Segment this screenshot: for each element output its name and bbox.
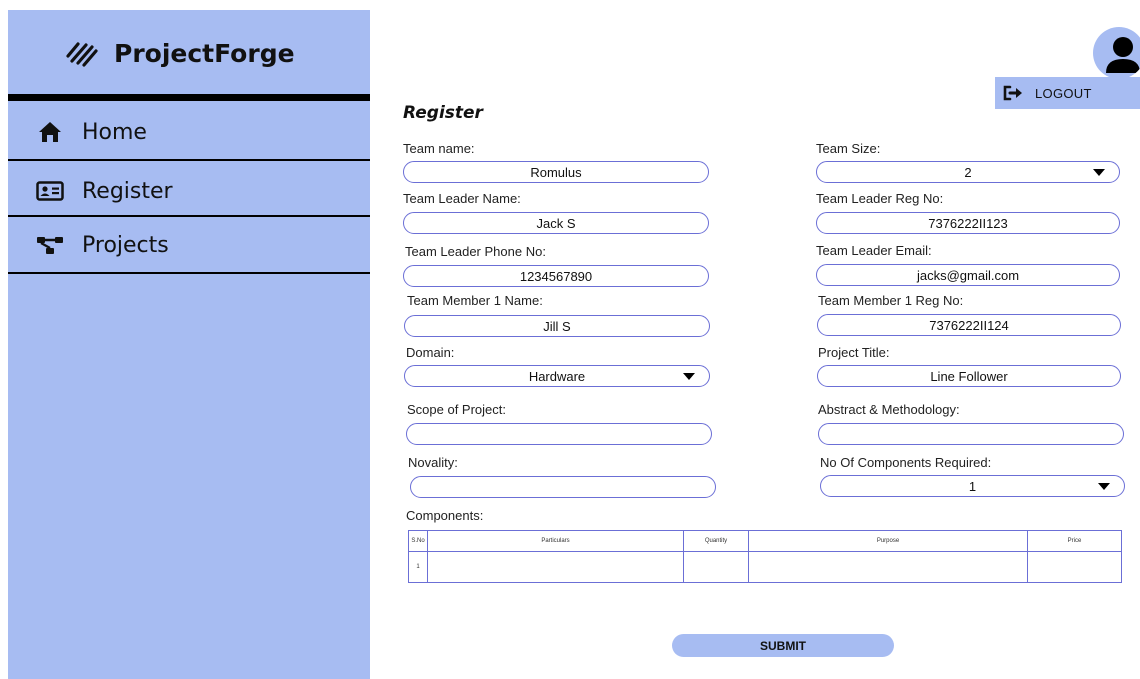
sidebar-item-label: Register — [82, 178, 173, 204]
table-cell-purpose[interactable] — [748, 551, 1028, 583]
flow-tree-icon — [34, 233, 66, 257]
logout-icon — [1003, 85, 1025, 101]
user-avatar-icon — [1106, 37, 1140, 73]
nav-divider — [8, 272, 370, 274]
column-header: Particulars — [427, 530, 684, 552]
chevron-down-icon — [1098, 483, 1110, 490]
home-icon — [34, 120, 66, 144]
domain-value: Hardware — [528, 368, 586, 384]
column-header: Price — [1027, 530, 1122, 552]
sidebar-item-projects[interactable]: Projects — [8, 217, 370, 273]
id-card-icon — [34, 179, 66, 203]
sidebar-item-home[interactable]: Home — [8, 104, 370, 160]
leader-reg-value: 7376222II123 — [928, 215, 1008, 231]
logout-button[interactable]: LOGOUT — [995, 77, 1140, 109]
nav-divider — [8, 159, 370, 161]
member1-name-label: Team Member 1 Name: — [407, 293, 543, 308]
num-components-value: 1 — [968, 478, 977, 494]
leader-email-input[interactable]: jacks@gmail.com — [816, 264, 1120, 286]
table-header-row: S.No Particulars Quantity Purpose Price — [408, 530, 1122, 552]
column-header: S.No — [408, 530, 428, 552]
table-row: 1 — [408, 551, 1122, 583]
abstract-input[interactable] — [818, 423, 1124, 445]
submit-button[interactable]: SUBMIT — [672, 634, 894, 657]
column-header: Quantity — [683, 530, 749, 552]
table-cell-particulars[interactable] — [427, 551, 684, 583]
member1-name-value: Jill S — [543, 318, 571, 334]
member1-reg-label: Team Member 1 Reg No: — [818, 293, 964, 308]
app-name: ProjectForge — [114, 38, 295, 68]
leader-phone-value: 1234567890 — [519, 268, 593, 284]
components-label: Components: — [406, 508, 484, 523]
domain-label: Domain: — [406, 345, 455, 360]
sidebar-item-label: Home — [82, 119, 147, 145]
components-table: S.No Particulars Quantity Purpose Price … — [408, 530, 1122, 583]
novelty-input[interactable] — [410, 476, 716, 498]
sidebar-top-divider — [8, 94, 370, 101]
leader-email-label: Team Leader Email: — [816, 243, 932, 258]
scope-input[interactable] — [406, 423, 712, 445]
team-name-label: Team name: — [403, 141, 475, 156]
chevron-down-icon — [683, 373, 695, 380]
table-cell-quantity[interactable] — [683, 551, 749, 583]
table-cell-price[interactable] — [1027, 551, 1122, 583]
scope-label: Scope of Project: — [407, 402, 506, 417]
leader-reg-label: Team Leader Reg No: — [816, 191, 944, 206]
leader-name-label: Team Leader Name: — [403, 191, 521, 206]
num-components-label: No Of Components Required: — [820, 455, 992, 470]
logo-icon — [66, 42, 98, 67]
team-size-label: Team Size: — [816, 141, 881, 156]
leader-phone-input[interactable]: 1234567890 — [403, 265, 709, 287]
sidebar-item-register[interactable]: Register — [8, 163, 370, 219]
member1-reg-value: 7376222II124 — [929, 317, 1009, 333]
num-components-select[interactable]: 1 — [820, 475, 1125, 497]
leader-email-value: jacks@gmail.com — [916, 267, 1020, 283]
app-logo[interactable]: ProjectForge — [62, 36, 295, 70]
project-title-label: Project Title: — [818, 345, 890, 360]
project-title-input[interactable]: Line Follower — [817, 365, 1121, 387]
leader-phone-label: Team Leader Phone No: — [405, 244, 546, 259]
team-name-input[interactable]: Romulus — [403, 161, 709, 183]
team-size-value: 2 — [964, 164, 972, 180]
abstract-label: Abstract & Methodology: — [818, 402, 960, 417]
table-cell-sno: 1 — [408, 551, 428, 583]
leader-reg-input[interactable]: 7376222II123 — [816, 212, 1120, 234]
chevron-down-icon — [1093, 169, 1105, 176]
member1-name-input[interactable]: Jill S — [404, 315, 710, 337]
page-title: Register — [403, 103, 483, 123]
column-header: Purpose — [748, 530, 1028, 552]
team-size-select[interactable]: 2 — [816, 161, 1120, 183]
leader-name-input[interactable]: Jack S — [403, 212, 709, 234]
member1-reg-input[interactable]: 7376222II124 — [817, 314, 1121, 336]
sidebar-item-label: Projects — [82, 232, 169, 258]
novelty-label: Novality: — [408, 455, 458, 470]
domain-select[interactable]: Hardware — [404, 365, 710, 387]
user-avatar[interactable] — [1093, 27, 1140, 79]
project-title-value: Line Follower — [930, 368, 1008, 384]
leader-name-value: Jack S — [536, 215, 576, 231]
team-name-value: Romulus — [530, 164, 582, 180]
logout-label: LOGOUT — [1035, 85, 1092, 101]
sidebar: ProjectForge Home Register Projects — [8, 10, 370, 679]
